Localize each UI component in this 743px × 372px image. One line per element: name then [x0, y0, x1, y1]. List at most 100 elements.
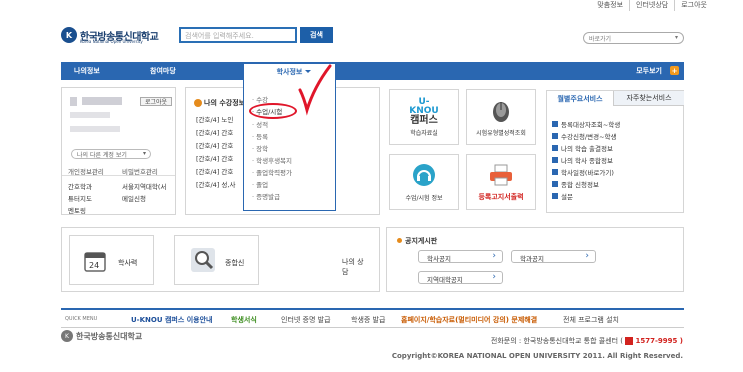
search-input[interactable]: 검색어를 입력해주세요.: [179, 27, 297, 43]
phone-icon: [625, 337, 634, 345]
u-knou-logo-icon: U-KNOU 캠퍼스: [409, 97, 439, 126]
search-button[interactable]: 검색: [300, 27, 333, 43]
service-item[interactable]: 나의 학사 종합정보: [552, 155, 613, 165]
blurred-photo: [70, 97, 77, 106]
mouse-icon: [493, 102, 509, 122]
highlight-circle: [249, 103, 297, 119]
blurred-name: [82, 97, 122, 105]
app-label: 수업/시험 정보: [405, 195, 443, 202]
regional-notice-button[interactable]: 지역대학공지: [418, 271, 503, 284]
quick-link[interactable]: 튜터지도: [68, 193, 92, 203]
service-item[interactable]: 설문: [552, 191, 573, 201]
dropdown-item[interactable]: 졸업: [252, 179, 268, 189]
headset-icon: [413, 164, 435, 186]
copyright: Copyright©KOREA NATIONAL OPEN UNIVERSITY…: [391, 352, 683, 360]
logo-subtitle: Korea National Open University: [80, 39, 143, 44]
blurred-info: [70, 112, 110, 118]
dropdown-item[interactable]: 졸업학력평가: [252, 167, 292, 177]
tile-label: 종합신: [225, 259, 245, 267]
app-study-materials[interactable]: U-KNOU 캠퍼스 학습자료실: [389, 89, 459, 145]
top-utility-links: 맞춤정보 인터넷상담 로그아웃: [591, 0, 707, 11]
logout-link[interactable]: 로그아웃: [674, 0, 707, 11]
app-label: 학습자료실: [410, 130, 438, 137]
quick-go-select[interactable]: 바로가기: [583, 32, 684, 44]
app-tiles: U-KNOU 캠퍼스 학습자료실 시험유형별성적조회 수업/시험 정보 등록고지…: [386, 87, 539, 214]
service-item[interactable]: 나의 학습 출결정보: [552, 143, 613, 153]
checkmark-annotation: [298, 64, 332, 116]
internet-counsel-link[interactable]: 인터넷상담: [629, 0, 668, 11]
course-row[interactable]: [간호/4] 간호: [196, 166, 233, 176]
app-exam-grades[interactable]: 시험유형별성적조회: [466, 89, 536, 145]
quick-menu-bar: QUICK MENU U-KNOU 캠퍼스 이용안내 학생서식 인터넷 증명 발…: [61, 308, 684, 328]
course-row[interactable]: [간호/4] 노인: [196, 114, 233, 124]
dropdown-item[interactable]: 등록: [252, 131, 268, 141]
quick-link[interactable]: 멘토링: [68, 205, 86, 215]
bullet-icon: [552, 157, 558, 163]
app-label: 등록고지서출력: [478, 193, 524, 201]
bullet-icon: [194, 99, 202, 107]
service-item[interactable]: 종합 신청정보: [552, 179, 599, 189]
my-counsel-link[interactable]: 나의 상담: [284, 235, 369, 285]
department-notice-button[interactable]: 학과공지: [511, 250, 596, 263]
printer-icon: [490, 164, 512, 186]
magnifier-icon: [191, 248, 215, 272]
tab-monthly-services[interactable]: 월별주요서비스: [547, 91, 614, 106]
dropdown-item[interactable]: 성적: [252, 119, 268, 129]
course-info-title: 나의 수강정보: [204, 99, 246, 107]
service-item[interactable]: 수강신청/변경~학생: [552, 131, 616, 141]
quick-link[interactable]: 서울지역대학(서: [122, 181, 166, 191]
password-link[interactable]: 비밀번호관리: [122, 166, 158, 176]
quick-menu-item[interactable]: 학생증 발급: [351, 315, 385, 325]
course-row[interactable]: [간호/4] 성,사: [196, 179, 235, 189]
notice-board-panel: 공지게시판 학사공지 학과공지 지역대학공지: [386, 227, 684, 292]
nav-view-all[interactable]: 모두보기: [636, 66, 662, 76]
site-logo[interactable]: K 한국방송통신대학교 Korea National Open Universi…: [61, 24, 171, 46]
bullet-icon: [552, 133, 558, 139]
service-item[interactable]: 등록대상자조회~학생: [552, 119, 620, 129]
quick-menu-item[interactable]: 홈페이지/학습자료(멀티미디어 강의) 문제해결: [401, 315, 537, 325]
university-emblem-icon: K: [61, 27, 77, 43]
footer-contact: 전화문의 : 한국방송통신대학교 통합 콜센터 ( 1577-9995 ): [490, 337, 683, 345]
quick-menu-item[interactable]: U-KNOU 캠퍼스 이용안내: [131, 315, 212, 325]
footer-logo: K 한국방송통신대학교: [61, 330, 142, 342]
tab-frequent-services[interactable]: 자주찾는서비스: [614, 91, 684, 106]
notice-board-title: 공지게시판: [397, 236, 437, 246]
app-print-bill[interactable]: 등록고지서출력: [466, 154, 536, 210]
course-row[interactable]: [간호/4] 간호: [196, 140, 233, 150]
dropdown-item[interactable]: 장학: [252, 143, 268, 153]
bottom-links-panel: 24 학사력 종합신 나의 상담: [61, 227, 380, 292]
custom-info-link[interactable]: 맞춤정보: [591, 0, 623, 11]
total-apply-link[interactable]: 종합신: [174, 235, 259, 285]
quick-link[interactable]: 간호학과: [68, 181, 92, 191]
quick-link[interactable]: 메일신청: [122, 193, 146, 203]
services-panel: 월별주요서비스 자주찾는서비스 등록대상자조회~학생 수강신청/변경~학생 나의…: [546, 90, 684, 213]
bullet-icon: [552, 145, 558, 151]
quick-menu-label: QUICK MENU: [65, 316, 98, 322]
university-emblem-icon: K: [61, 330, 73, 342]
academic-notice-button[interactable]: 학사공지: [418, 250, 503, 263]
nav-my-info[interactable]: 나의정보: [74, 66, 100, 76]
calendar-icon: 24: [84, 252, 106, 272]
quick-menu-item[interactable]: 전체 프로그램 설치: [563, 315, 619, 325]
quick-menu-item[interactable]: 학생서식: [231, 315, 257, 325]
app-class-exam-info[interactable]: 수업/시험 정보: [389, 154, 459, 210]
dropdown-item[interactable]: 증명발급: [252, 191, 280, 201]
service-item[interactable]: 학사일정(바로가기): [552, 167, 614, 177]
bullet-icon: [552, 193, 558, 199]
nav-participation[interactable]: 참여마당: [150, 66, 176, 76]
app-label: 시험유형별성적조회: [476, 130, 526, 137]
course-row[interactable]: [간호/4] 간호: [196, 153, 233, 163]
phone-number: 1577-9995 ): [635, 337, 683, 345]
tile-label: 나의 상담: [342, 258, 364, 276]
dropdown-item[interactable]: 학생후생복지: [252, 155, 292, 165]
course-row[interactable]: [간호/4] 간호: [196, 127, 233, 137]
tile-label: 학사력: [118, 259, 138, 267]
other-account-select[interactable]: 나의 다른 계정 보기: [71, 149, 151, 159]
blurred-info: [70, 126, 120, 132]
academic-calendar-link[interactable]: 24 학사력: [69, 235, 154, 285]
footer-logo-text: 한국방송통신대학교: [76, 331, 143, 341]
logout-button[interactable]: 로그아웃: [140, 97, 172, 106]
personal-info-link[interactable]: 개인정보관리: [68, 166, 104, 176]
quick-menu-item[interactable]: 인터넷 증명 발급: [281, 315, 331, 325]
plus-icon[interactable]: +: [670, 66, 679, 75]
